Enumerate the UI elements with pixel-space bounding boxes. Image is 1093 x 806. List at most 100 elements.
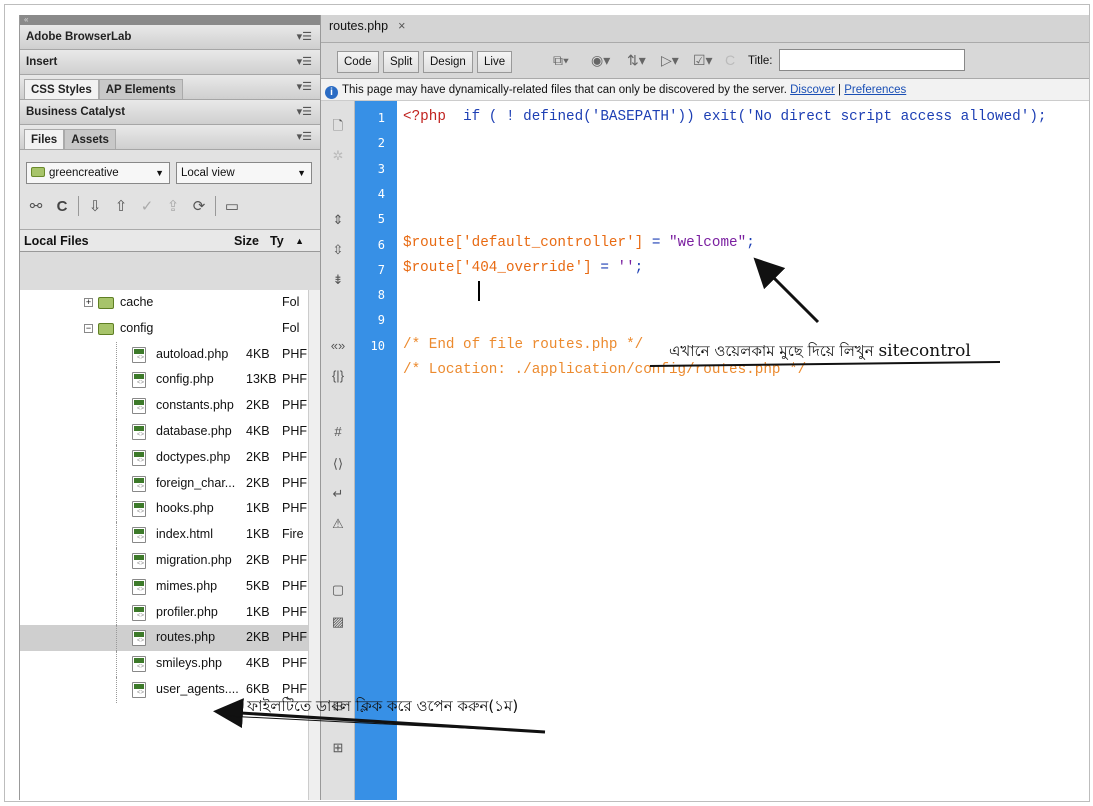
separator	[215, 196, 216, 216]
tree-item-type: PHF	[282, 552, 307, 567]
collapse-icon[interactable]: −	[84, 323, 93, 333]
site-select[interactable]: greencreative ▼	[26, 162, 170, 184]
title-label: Title:	[748, 55, 773, 67]
tree-line	[116, 470, 117, 497]
tree-item-label: hooks.php	[156, 501, 214, 516]
tab-css-styles[interactable]: CSS Styles	[24, 79, 99, 99]
files-toolbar: greencreative ▼ Local view ▼ ⚯ C ⇩ ⇧ ✓ ⇪…	[20, 150, 320, 230]
expand-all-icon[interactable]: ⇟	[329, 271, 347, 289]
tree-file[interactable]: profiler.php 1KB PHF	[20, 599, 308, 626]
design-view-button[interactable]: Design	[423, 51, 473, 73]
check-in-icon[interactable]: ⇪	[163, 197, 183, 215]
tree-folder[interactable]: − config Fol	[20, 316, 308, 342]
validate-icon[interactable]: ☑▾	[693, 52, 713, 69]
tree-item-label: config.php	[156, 372, 214, 387]
line-numbers-icon[interactable]: #	[329, 423, 347, 441]
php-file-icon	[132, 475, 146, 492]
split-view-button[interactable]: Split	[383, 51, 420, 73]
panel-menu-icon[interactable]: ▾☰	[297, 100, 312, 125]
preferences-link[interactable]: Preferences	[844, 84, 906, 96]
code-view-button[interactable]: Code	[337, 51, 379, 73]
put-files-icon[interactable]: ⇧	[111, 197, 131, 215]
tree-item-type: PHF	[282, 501, 307, 516]
tree-item-type: PHF	[282, 604, 307, 619]
tree-item-type: PHF	[282, 475, 307, 490]
tree-line	[116, 625, 117, 652]
screenshot-frame: « Adobe BrowserLab ▾☰ Insert ▾☰ CSS Styl…	[4, 4, 1090, 802]
refresh-icon[interactable]: C	[52, 198, 72, 215]
tree-line	[116, 341, 117, 368]
syntax-error-alerts-icon[interactable]: ⚠	[329, 515, 347, 533]
browser-preview-icon[interactable]: ◉▾	[591, 52, 610, 69]
tree-item-type: PHF	[282, 423, 307, 438]
php-file-icon	[132, 552, 146, 569]
panel-menu-icon[interactable]: ▾☰	[297, 75, 312, 100]
tab-files[interactable]: Files	[24, 129, 65, 149]
tree-file[interactable]: hooks.php 1KB PHF	[20, 496, 308, 523]
annotation-text: sitecontrol	[878, 341, 971, 361]
tab-assets[interactable]: Assets	[64, 129, 116, 149]
line-number: 6	[377, 237, 385, 252]
col-local-files[interactable]: Local Files	[24, 234, 89, 248]
title-input[interactable]	[779, 49, 965, 71]
multiscreen-icon[interactable]: ⧉▾	[553, 52, 569, 69]
get-files-icon[interactable]: ⇩	[85, 197, 105, 215]
expand-panel-icon[interactable]: ▭	[222, 197, 242, 215]
show-code-navigator-icon[interactable]: ✲	[329, 147, 347, 165]
collapse-full-tag-icon[interactable]: ⇕	[329, 211, 347, 229]
close-icon[interactable]: ×	[398, 19, 405, 33]
tree-file[interactable]: mimes.php 5KB PHF	[20, 573, 308, 600]
refresh-design-icon[interactable]: C	[725, 52, 735, 68]
tree-file[interactable]: autoload.php 4KB PHF	[20, 341, 308, 368]
tree-file[interactable]: config.php 13KB PHF	[20, 367, 308, 394]
tree-item-size: 1KB	[246, 527, 270, 542]
discover-link[interactable]: Discover	[790, 84, 835, 96]
open-documents-icon[interactable]: 🗋	[329, 117, 347, 135]
panel-insert[interactable]: Insert ▾☰	[20, 50, 320, 75]
info-text: This page may have dynamically-related f…	[342, 84, 787, 96]
panel-business-catalyst[interactable]: Business Catalyst ▾☰	[20, 100, 320, 125]
tree-item-label: constants.php	[156, 398, 234, 413]
balance-braces-icon[interactable]: {|}	[329, 367, 347, 385]
expand-icon[interactable]: +	[84, 298, 93, 307]
panel-menu-icon[interactable]: ▾☰	[297, 50, 312, 75]
tree-file[interactable]: migration.php 2KB PHF	[20, 547, 308, 574]
col-size[interactable]: Size	[234, 230, 259, 252]
tree-file[interactable]: doctypes.php 2KB PHF	[20, 444, 308, 471]
word-wrap-icon[interactable]: ↵	[329, 485, 347, 503]
remove-comment-icon[interactable]: ▨	[329, 613, 347, 631]
highlight-invalid-code-icon[interactable]: ⟨⟩	[329, 455, 347, 473]
view-select[interactable]: Local view ▼	[176, 162, 312, 184]
file-management-icon[interactable]: ⇅▾	[627, 52, 646, 69]
tree-folder[interactable]: + cache Fol	[20, 290, 308, 316]
select-parent-tag-icon[interactable]: «»	[329, 337, 347, 355]
visual-aids-icon[interactable]: ▷▾	[661, 52, 679, 69]
tab-routes-php[interactable]: routes.php ×	[329, 19, 405, 33]
collapse-panels-button[interactable]: «	[20, 15, 320, 25]
file-tree-scrollbar[interactable]	[308, 290, 320, 800]
folder-icon	[98, 297, 114, 309]
panel-menu-icon[interactable]: ▾☰	[297, 25, 312, 50]
tree-file[interactable]: constants.php 2KB PHF	[20, 393, 308, 419]
check-out-icon[interactable]: ✓	[137, 197, 157, 215]
col-type[interactable]: Ty	[270, 230, 284, 252]
apply-comment-icon[interactable]: ▢	[329, 581, 347, 599]
format-source-icon[interactable]: ⊞	[329, 739, 347, 757]
php-file-icon	[132, 527, 146, 544]
php-file-icon	[132, 578, 146, 595]
tree-item-label: config	[120, 320, 154, 335]
tree-file[interactable]: database.php 4KB PHF	[20, 418, 308, 445]
panel-menu-icon[interactable]: ▾☰	[297, 125, 312, 150]
live-view-button[interactable]: Live	[477, 51, 513, 73]
connect-icon[interactable]: ⚯	[26, 197, 46, 215]
tree-file[interactable]: routes.php 2KB PHF	[20, 625, 308, 652]
tree-file[interactable]: foreign_char... 2KB PHF	[20, 470, 308, 497]
sync-icon[interactable]: ⟳	[189, 197, 209, 215]
tree-file[interactable]: smileys.php 4KB PHF	[20, 651, 308, 677]
tree-file[interactable]: index.html 1KB Fire	[20, 522, 308, 548]
panel-adobe-browserlab[interactable]: Adobe BrowserLab ▾☰	[20, 25, 320, 50]
tab-ap-elements[interactable]: AP Elements	[98, 79, 183, 99]
file-tree: +cacheFol−configFolautoload.php4KBPHFcon…	[20, 290, 308, 800]
code-string: ''	[617, 260, 635, 276]
collapse-selection-icon[interactable]: ⇳	[329, 241, 347, 259]
